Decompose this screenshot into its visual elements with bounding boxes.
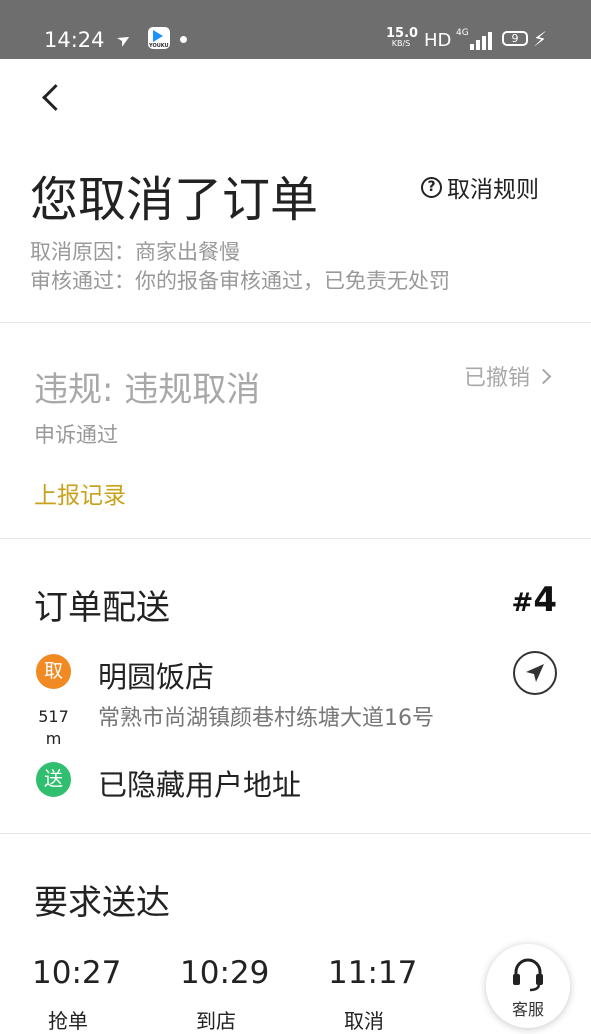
customer-address: 已隐藏用户地址 <box>98 768 302 802</box>
order-hash: # <box>511 588 534 618</box>
customer-service-label: 客服 <box>511 1000 544 1019</box>
distance-unit: m <box>45 728 62 748</box>
network-speed: 15.0 KB/S <box>386 27 418 48</box>
order-number-value: 4 <box>533 580 557 620</box>
time-item: 11:17 取消 <box>328 955 476 1034</box>
divider <box>0 538 591 539</box>
chevron-right-icon <box>535 368 552 384</box>
time-label: 抢单 <box>48 1009 88 1033</box>
youku-app-icon: YOUKU <box>148 27 170 49</box>
shop-name: 明圆饭店 <box>98 660 215 694</box>
customer-service-button[interactable]: 客服 <box>486 944 570 1028</box>
battery-icon: 9 <box>502 31 528 46</box>
cancel-reason: 取消原因：商家出餐慢 <box>30 240 240 264</box>
time-value: 11:17 <box>328 955 418 991</box>
page-title: 您取消了订单 <box>30 172 319 228</box>
youku-app-label: YOUKU <box>149 43 169 49</box>
time-item: 10:29 到店 <box>180 955 328 1034</box>
violation-title: 违规: 违规取消 <box>34 370 261 410</box>
distance-value: 517 <box>38 707 69 726</box>
hd-indicator: HD <box>424 30 452 51</box>
divider <box>0 322 591 323</box>
question-icon: ? <box>421 176 442 198</box>
back-button[interactable] <box>36 78 68 116</box>
status-time: 14:24 <box>44 28 105 52</box>
order-number: #4 <box>512 580 557 620</box>
charging-icon: ⚡ <box>533 27 548 51</box>
time-row: 10:27 抢单 10:29 到店 11:17 取消 <box>32 955 476 1034</box>
dropoff-badge: 送 <box>36 762 71 797</box>
cancel-rules-button[interactable]: ? 取消规则 <box>421 170 539 204</box>
time-value: 10:29 <box>180 955 270 991</box>
navigate-button[interactable] <box>513 651 557 695</box>
battery-level: 9 <box>511 32 519 45</box>
time-value: 10:27 <box>32 955 122 991</box>
time-label: 到店 <box>196 1009 236 1033</box>
review-result: 审核通过：你的报备审核通过，已免责无处罚 <box>30 269 450 293</box>
navigate-arrow-icon <box>526 664 544 682</box>
violation-status: 已撤销 <box>464 366 531 391</box>
delivery-section-title: 订单配送 <box>34 588 170 628</box>
notification-dot-icon <box>180 36 187 43</box>
network-type: 4G <box>456 28 469 38</box>
pickup-badge: 取 <box>36 654 71 689</box>
divider <box>0 833 591 834</box>
required-section-title: 要求送达 <box>34 883 170 923</box>
time-label: 取消 <box>344 1009 384 1033</box>
appeal-status: 申诉通过 <box>34 423 118 447</box>
time-item: 10:27 抢单 <box>32 955 180 1034</box>
distance: 517 m <box>36 706 71 749</box>
navigation-arrow-icon: ➤ <box>113 27 135 52</box>
signal-icon: 4G <box>456 28 492 50</box>
status-bar: 14:24 ➤ YOUKU 15.0 KB/S HD 4G 9 ⚡ <box>0 0 591 59</box>
violation-status-link[interactable]: 已撤销 <box>464 360 552 392</box>
report-record-link[interactable]: 上报记录 <box>34 476 126 510</box>
network-speed-unit: KB/S <box>391 39 411 48</box>
cancel-rules-label: 取消规则 <box>447 177 539 203</box>
headset-icon <box>513 958 543 992</box>
shop-address: 常熟市尚湖镇颜巷村练塘大道16号 <box>98 706 434 731</box>
